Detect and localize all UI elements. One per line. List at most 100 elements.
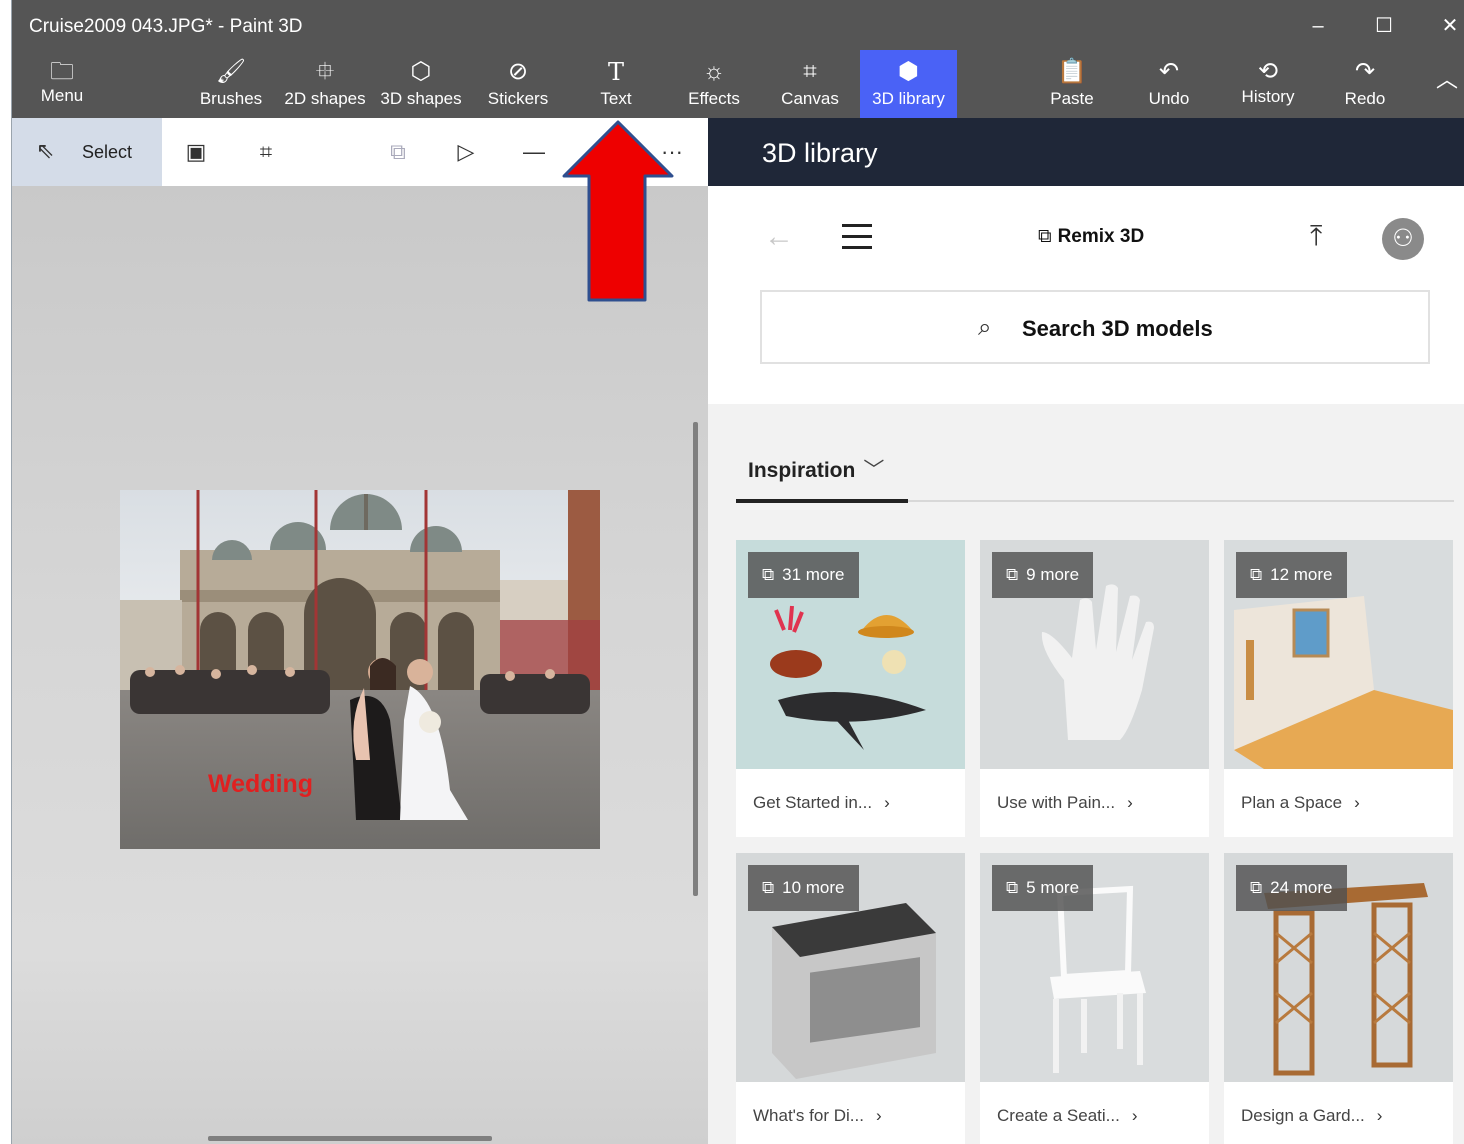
ribbon-undo-button[interactable]: ↶ Undo — [1124, 50, 1214, 118]
paint-3d-window: Cruise2009 043.JPG* - Paint 3D – ☐ ✕ 🗀 M… — [0, 0, 1464, 1144]
effects-icon: ☼ — [703, 58, 725, 85]
card-count-badge: ⧉ 12 more — [1236, 552, 1347, 598]
badge-text: 9 more — [1026, 565, 1080, 584]
badge-text: 31 more — [782, 565, 845, 584]
inspiration-dropdown[interactable]: Inspiration ﹀ — [748, 454, 884, 484]
ribbon-redo-label: Redo — [1344, 89, 1386, 108]
collection-stack-icon: ⧉ — [1250, 878, 1263, 897]
ribbon-brushes-button[interactable]: 🖌 Brushes — [186, 50, 276, 118]
ribbon-canvas-label: Canvas — [781, 89, 839, 108]
collection-stack-icon: ⧉ — [762, 878, 775, 897]
card-title: Design a Gard... — [1241, 1106, 1365, 1125]
ribbon-history-button[interactable]: ⟲ History — [1222, 50, 1314, 118]
remix-3d-logo-icon: ⧉ — [1038, 226, 1052, 247]
inspiration-label: Inspiration — [748, 459, 856, 482]
card-count-badge: ⧉ 9 more — [992, 552, 1094, 598]
title-bar: Cruise2009 043.JPG* - Paint 3D – ☐ ✕ — [12, 0, 1464, 50]
chevron-right-icon: › — [1131, 1106, 1138, 1125]
red-arrow-annotation — [562, 120, 674, 302]
card-count-badge: ⧉ 31 more — [748, 552, 859, 598]
card-caption: Design a Gard... › — [1224, 1082, 1453, 1144]
ribbon-menu-button[interactable]: 🗀 Menu — [22, 50, 102, 118]
collection-card[interactable]: ⧉ 24 more Design a Gard... › — [1224, 853, 1453, 1144]
canvas-icon: ⌗ — [803, 58, 817, 85]
3d-shapes-icon: ⬡ — [410, 58, 432, 85]
section-active-underline — [736, 499, 908, 503]
ribbon-effects-button[interactable]: ☼ Effects — [668, 50, 760, 118]
ribbon-3d-library-button[interactable]: ⬢ 3D library — [860, 50, 957, 118]
copy-icon[interactable]: ⧉ — [382, 136, 414, 168]
back-arrow-icon[interactable]: ← — [764, 220, 794, 254]
window-left-edge — [0, 0, 12, 1144]
collection-card[interactable]: ⧉ 31 more Get Started in... › — [736, 540, 965, 837]
window-title: Cruise2009 043.JPG* - Paint 3D — [29, 16, 303, 37]
collection-stack-icon: ⧉ — [1006, 878, 1019, 897]
ribbon-2d-shapes-label: 2D shapes — [284, 89, 366, 108]
venice-photo-image — [120, 490, 600, 849]
text-icon: T — [607, 58, 624, 86]
wedding-text-overlay[interactable]: Wedding — [208, 770, 313, 799]
collection-stack-icon: ⧉ — [762, 565, 775, 584]
hamburger-menu-icon[interactable] — [842, 224, 872, 250]
select-tool-label: Select — [82, 142, 133, 162]
library-header: 3D library — [708, 118, 1464, 186]
card-count-badge: ⧉ 24 more — [1236, 865, 1347, 911]
minimize-button[interactable]: – — [1298, 8, 1338, 44]
collection-card[interactable]: ⧉ 10 more What's for Di... › — [736, 853, 965, 1144]
chevron-right-icon: › — [884, 793, 890, 812]
ribbon-redo-button[interactable]: ↷ Redo — [1320, 50, 1410, 118]
sticker-shape-icon[interactable]: ▷ — [450, 136, 482, 168]
collection-card[interactable]: ⧉ 12 more Plan a Space › — [1224, 540, 1453, 837]
ribbon-paste-button[interactable]: 📋 Paste — [1026, 50, 1118, 118]
card-title: What's for Di... — [753, 1106, 864, 1125]
search-placeholder: Search 3D models — [1022, 316, 1213, 341]
ribbon-text-button[interactable]: T Text — [572, 50, 660, 118]
badge-text: 10 more — [782, 878, 845, 897]
ribbon-3d-library-label: 3D library — [872, 89, 945, 108]
canvas-photo[interactable]: Wedding — [120, 490, 600, 849]
card-title: Create a Seati... — [997, 1106, 1120, 1125]
ribbon-stickers-button[interactable]: ⊘ Stickers — [472, 50, 564, 118]
3d-library-icon: ⬢ — [898, 58, 919, 85]
card-caption: Get Started in... › — [736, 769, 965, 837]
collection-card[interactable]: ⧉ 9 more Use with Pain... › — [980, 540, 1209, 837]
avatar[interactable]: ⚇ — [1382, 218, 1424, 260]
vertical-scrollbar[interactable] — [693, 422, 698, 896]
ribbon-3d-shapes-button[interactable]: ⬡ 3D shapes — [374, 50, 468, 118]
pointer-icon: ⇖ — [36, 138, 55, 163]
library-top-bar: ← ⧉ Remix 3D ⤒ ⚇ ⌕ Search 3D models — [708, 186, 1464, 404]
maximize-button[interactable]: ☐ — [1364, 8, 1404, 44]
crop-icon[interactable]: ⌗ — [250, 136, 282, 168]
card-count-badge: ⧉ 10 more — [748, 865, 859, 911]
collection-card[interactable]: ⧉ 5 more Create a Seati... › — [980, 853, 1209, 1144]
remix-3d-brand[interactable]: ⧉ Remix 3D — [1038, 226, 1144, 248]
collapse-ribbon-chevron-up-icon[interactable]: ︿ — [1430, 60, 1464, 100]
ribbon-canvas-button[interactable]: ⌗ Canvas — [764, 50, 856, 118]
search-3d-models-field[interactable]: ⌕ Search 3D models — [760, 290, 1430, 364]
badge-text: 5 more — [1026, 878, 1080, 897]
horizontal-scrollbar[interactable] — [208, 1136, 492, 1141]
ribbon-history-label: History — [1241, 87, 1295, 106]
remix-3d-label: Remix 3D — [1057, 226, 1145, 247]
magic-select-icon[interactable]: ▣ — [180, 136, 212, 168]
chevron-down-icon: ﹀ — [863, 459, 885, 482]
card-count-badge: ⧉ 5 more — [992, 865, 1094, 911]
chevron-right-icon: › — [1127, 793, 1133, 812]
ribbon-2d-shapes-button[interactable]: ⯐ 2D shapes — [278, 50, 372, 118]
chevron-right-icon: › — [1354, 793, 1360, 812]
upload-icon[interactable]: ⤒ — [1310, 220, 1322, 253]
2d-shapes-icon: ⯐ — [316, 58, 334, 85]
close-button[interactable]: ✕ — [1430, 8, 1464, 44]
ribbon-brushes-label: Brushes — [199, 89, 263, 108]
select-tool-button[interactable]: ⇖ Select — [12, 118, 162, 186]
ribbon-menu-label: Menu — [40, 86, 84, 105]
card-caption: What's for Di... › — [736, 1082, 965, 1144]
folder-icon: 🗀 — [50, 58, 74, 85]
redo-icon: ↷ — [1354, 58, 1376, 85]
badge-text: 12 more — [1270, 565, 1333, 584]
line-icon[interactable]: — — [518, 136, 550, 168]
library-title: 3D library — [762, 138, 878, 168]
card-caption: Use with Pain... › — [980, 769, 1209, 837]
ribbon-effects-label: Effects — [688, 89, 740, 108]
canvas-workspace[interactable]: Wedding — [12, 186, 708, 1144]
